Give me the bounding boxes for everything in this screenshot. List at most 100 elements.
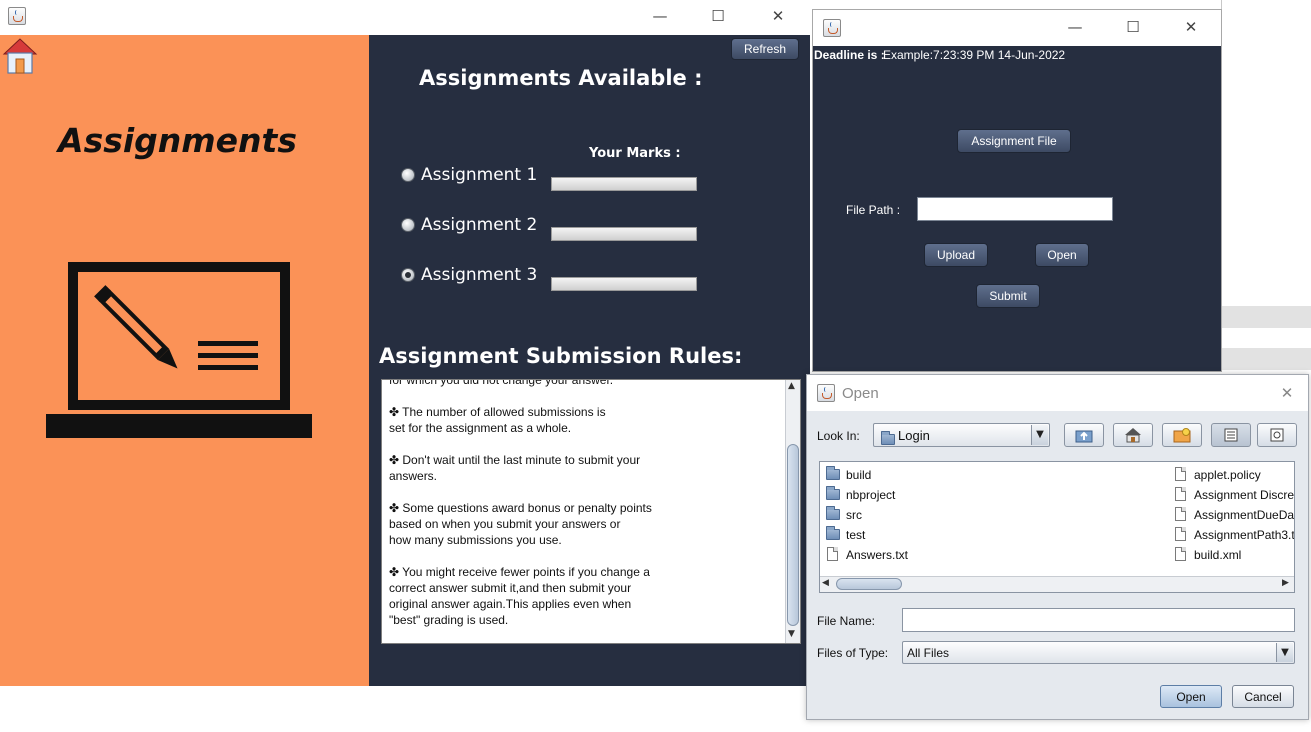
open-dialog-title-bar: Open ✕	[807, 375, 1308, 411]
list-item-file[interactable]: Answers.txt	[827, 547, 908, 563]
scrollbar-thumb[interactable]	[787, 444, 799, 626]
scrollbar-thumb[interactable]	[836, 578, 902, 590]
rules-line: ✤ Some questions award bonus or penalty …	[389, 501, 652, 515]
assignment-file-button[interactable]: Assignment File	[957, 129, 1071, 153]
folder-icon	[826, 526, 840, 540]
files-of-type-label: Files of Type:	[817, 646, 889, 660]
file-name-label: File Name:	[817, 614, 876, 628]
main-title-bar: — ☐ ✕	[0, 0, 810, 35]
details-view-icon	[1270, 428, 1284, 442]
list-item-folder[interactable]: nbproject	[826, 486, 895, 503]
list-item-file[interactable]: Assignment Discre	[1175, 487, 1294, 503]
rules-line: answers.	[389, 469, 438, 483]
close-button[interactable]: ✕	[768, 6, 788, 26]
file-icon	[1175, 507, 1186, 521]
scroll-down-arrow-icon[interactable]: ▼	[788, 629, 795, 639]
assignment-1-radio[interactable]	[401, 168, 415, 182]
files-of-type-combo[interactable]: All Files ▼	[902, 641, 1295, 664]
rules-text-area[interactable]: for which you did not change your answer…	[381, 379, 801, 644]
assignment-2-marks-bar	[551, 227, 697, 241]
file-icon	[1175, 527, 1186, 541]
java-app-icon	[8, 7, 26, 25]
rules-line: how many submissions you use.	[389, 533, 562, 547]
deadline-label: Deadline is :	[814, 48, 885, 62]
list-item-file[interactable]: build.xml	[1175, 547, 1241, 563]
right-panel: Refresh Assignments Available : Your Mar…	[369, 35, 810, 686]
list-item-file[interactable]: AssignmentPath3.t	[1175, 527, 1294, 543]
scroll-up-arrow-icon[interactable]: ▲	[788, 381, 795, 391]
scroll-left-arrow-icon[interactable]: ◀	[822, 578, 829, 588]
list-view-icon	[1224, 428, 1238, 442]
new-folder-icon	[1173, 428, 1191, 443]
file-icon	[1175, 487, 1186, 501]
background-strip	[1222, 348, 1311, 370]
open-dialog: Open ✕ Look In: Login ▼ build nbproject …	[806, 374, 1309, 720]
chevron-down-icon[interactable]: ▼	[1031, 425, 1048, 445]
list-item-file[interactable]: AssignmentDueDa	[1175, 507, 1294, 523]
rules-line: original answer again.This applies even …	[389, 597, 632, 611]
folder-icon	[826, 506, 840, 520]
folder-icon	[826, 466, 840, 480]
list-item-file[interactable]: applet.policy	[1175, 467, 1261, 483]
chevron-down-icon[interactable]: ▼	[1276, 643, 1293, 662]
home-button[interactable]	[1113, 423, 1153, 447]
java-app-icon	[817, 384, 835, 402]
maximize-button[interactable]: ☐	[708, 6, 728, 26]
file-list[interactable]: build nbproject src test Answers.txt app…	[819, 461, 1295, 593]
home-icon[interactable]	[2, 37, 38, 75]
open-dialog-title: Open	[842, 385, 879, 402]
laptop-pencil-icon	[44, 259, 314, 441]
assignment-2-label[interactable]: Assignment 2	[421, 215, 537, 235]
file-icon	[1175, 467, 1186, 481]
assignment-2-radio[interactable]	[401, 218, 415, 232]
list-item-folder[interactable]: src	[826, 506, 862, 523]
file-path-label: File Path :	[846, 203, 901, 217]
submit-button[interactable]: Submit	[976, 284, 1040, 308]
your-marks-label: Your Marks :	[589, 146, 681, 161]
scroll-right-arrow-icon[interactable]: ▶	[1282, 578, 1289, 588]
list-item-folder[interactable]: build	[826, 466, 871, 483]
java-app-icon	[823, 19, 841, 37]
close-button[interactable]: ✕	[1277, 383, 1297, 403]
assignments-available-title: Assignments Available :	[419, 66, 703, 90]
file-path-input[interactable]	[917, 197, 1113, 221]
list-view-button[interactable]	[1211, 423, 1251, 447]
main-window: — ☐ ✕ Assignments Refresh Assignments Av…	[0, 0, 810, 686]
rules-line: ✤ You might receive fewer points if you …	[389, 565, 650, 579]
file-icon	[1175, 547, 1186, 561]
up-one-level-button[interactable]	[1064, 423, 1104, 447]
submission-title-bar: — ☐ ✕	[813, 10, 1221, 46]
page-title: Assignments	[58, 121, 297, 160]
open-button[interactable]: Open	[1160, 685, 1222, 708]
background-window-edge	[1221, 0, 1311, 372]
assignment-1-label[interactable]: Assignment 1	[421, 165, 537, 185]
minimize-button[interactable]: —	[650, 6, 670, 26]
home-icon	[1125, 428, 1141, 443]
refresh-button[interactable]: Refresh	[731, 38, 799, 60]
list-item-folder[interactable]: test	[826, 526, 865, 543]
look-in-value: Login	[898, 428, 930, 443]
rules-line: "best" grading is used.	[389, 613, 509, 627]
details-view-button[interactable]	[1257, 423, 1297, 447]
open-file-button[interactable]: Open	[1035, 243, 1089, 267]
file-list-scrollbar[interactable]: ◀ ▶	[820, 576, 1294, 592]
cancel-button[interactable]: Cancel	[1232, 685, 1294, 708]
left-panel: Assignments	[0, 35, 369, 686]
rules-line: ✤ The number of allowed submissions is	[389, 405, 606, 419]
assignment-3-label[interactable]: Assignment 3	[421, 265, 537, 285]
rules-title: Assignment Submission Rules:	[379, 344, 743, 368]
assignment-3-radio[interactable]	[401, 268, 415, 282]
rules-line: for which you did not change your answer…	[389, 379, 614, 387]
rules-line: set for the assignment as a whole.	[389, 421, 572, 435]
up-folder-icon	[1075, 430, 1093, 443]
new-folder-button[interactable]	[1162, 423, 1202, 447]
maximize-button[interactable]: ☐	[1123, 17, 1143, 37]
look-in-combo[interactable]: Login ▼	[873, 423, 1050, 447]
minimize-button[interactable]: —	[1065, 17, 1085, 37]
upload-button[interactable]: Upload	[924, 243, 988, 267]
file-name-input[interactable]	[902, 608, 1295, 632]
file-icon	[827, 547, 838, 561]
close-button[interactable]: ✕	[1181, 17, 1201, 37]
files-of-type-value: All Files	[907, 646, 950, 660]
rules-scrollbar[interactable]: ▲ ▼	[785, 380, 800, 643]
